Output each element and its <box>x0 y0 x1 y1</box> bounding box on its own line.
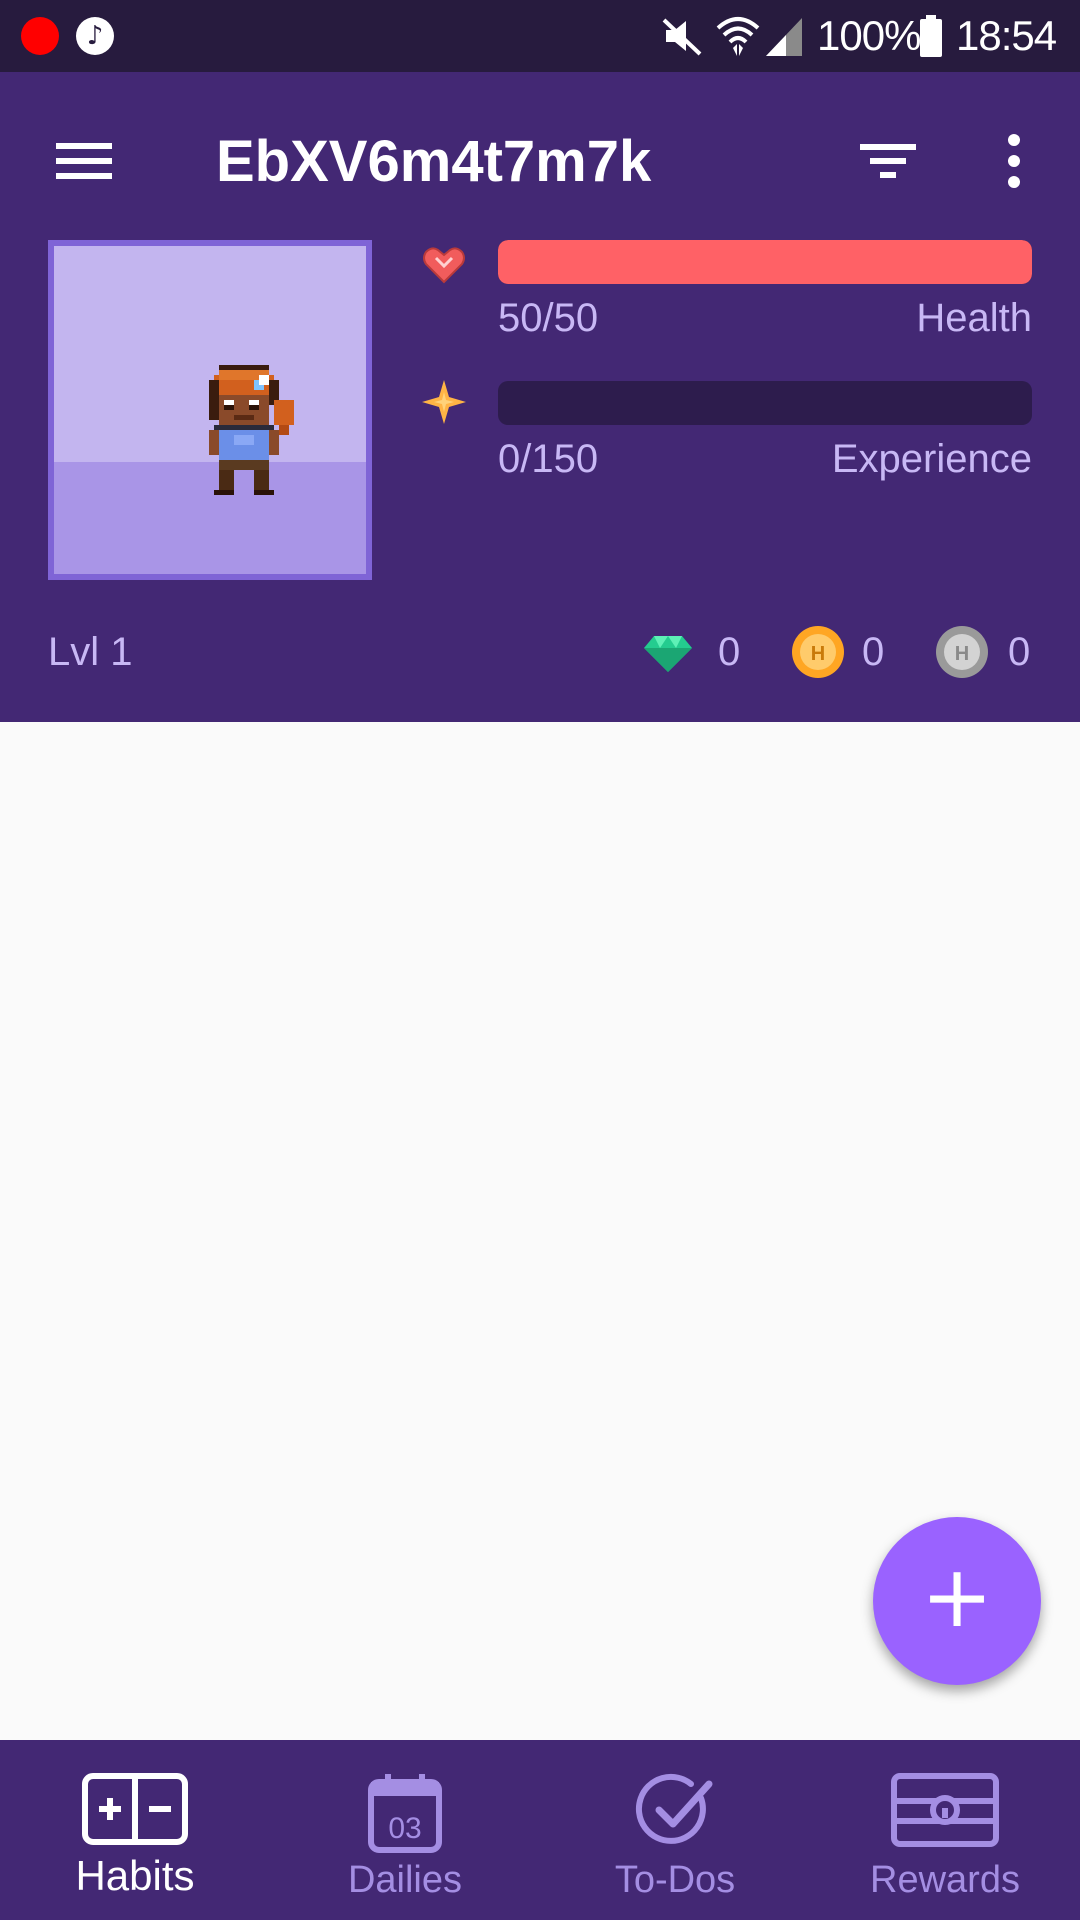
bottom-navigation: Habits 03 Dailies To-Dos Rewards <box>0 1740 1080 1920</box>
heart-icon <box>423 247 465 284</box>
tab-rewards-label: Rewards <box>870 1859 1020 1901</box>
avatar[interactable] <box>48 240 372 580</box>
tab-habits[interactable]: Habits <box>0 1740 270 1920</box>
battery-icon <box>920 15 942 57</box>
filter-icon[interactable] <box>848 120 930 202</box>
status-bar: ♪ 100% 18:54 <box>0 0 1080 72</box>
signal-icon <box>766 18 802 56</box>
calendar-icon: 03 <box>368 1774 442 1853</box>
svg-text:H: H <box>955 643 969 665</box>
gold-coin-icon: H <box>792 626 844 678</box>
health-bar-fill <box>498 240 1032 284</box>
hourglasses-count: 0 <box>1008 630 1031 674</box>
add-task-button[interactable]: + <box>873 1517 1041 1685</box>
star-icon <box>422 380 466 424</box>
avatar-sprite <box>209 365 294 495</box>
more-vert-icon[interactable] <box>974 120 1056 202</box>
calendar-icon-text: 03 <box>388 1812 421 1845</box>
music-icon: ♪ <box>76 17 114 55</box>
mute-icon <box>662 18 702 56</box>
check-circle-icon <box>635 1773 713 1844</box>
tab-todos[interactable]: To-Dos <box>540 1740 810 1920</box>
record-icon <box>21 17 59 55</box>
tab-dailies-label: Dailies <box>347 1859 463 1901</box>
level-label: Lvl 1 <box>48 630 133 674</box>
health-label: Health <box>916 296 1032 340</box>
experience-label: Experience <box>831 437 1032 481</box>
gold-count: 0 <box>862 630 885 674</box>
tab-dailies[interactable]: 03 Dailies <box>270 1740 540 1920</box>
menu-icon[interactable] <box>42 120 124 202</box>
wifi-icon <box>716 17 760 56</box>
gem-icon <box>644 636 692 672</box>
health-bar <box>498 240 1032 284</box>
battery-percent: 100% <box>817 12 921 59</box>
clock: 18:54 <box>956 12 1057 59</box>
svg-text:H: H <box>811 643 825 665</box>
treasure-chest-icon <box>891 1773 999 1847</box>
health-value: 50/50 <box>498 296 599 340</box>
experience-bar <box>498 381 1032 425</box>
habits-icon <box>82 1773 188 1845</box>
tab-todos-label: To-Dos <box>614 1859 736 1901</box>
header: EbXV6m4t7m7k 50/50 Health 0/150 Experien… <box>0 72 1080 722</box>
hourglass-coin-icon: H <box>936 626 988 678</box>
tab-habits-label: Habits <box>75 1852 195 1899</box>
tab-rewards[interactable]: Rewards <box>810 1740 1080 1920</box>
gems-count: 0 <box>718 630 741 674</box>
experience-value: 0/150 <box>498 437 599 481</box>
page-title: EbXV6m4t7m7k <box>216 129 652 194</box>
